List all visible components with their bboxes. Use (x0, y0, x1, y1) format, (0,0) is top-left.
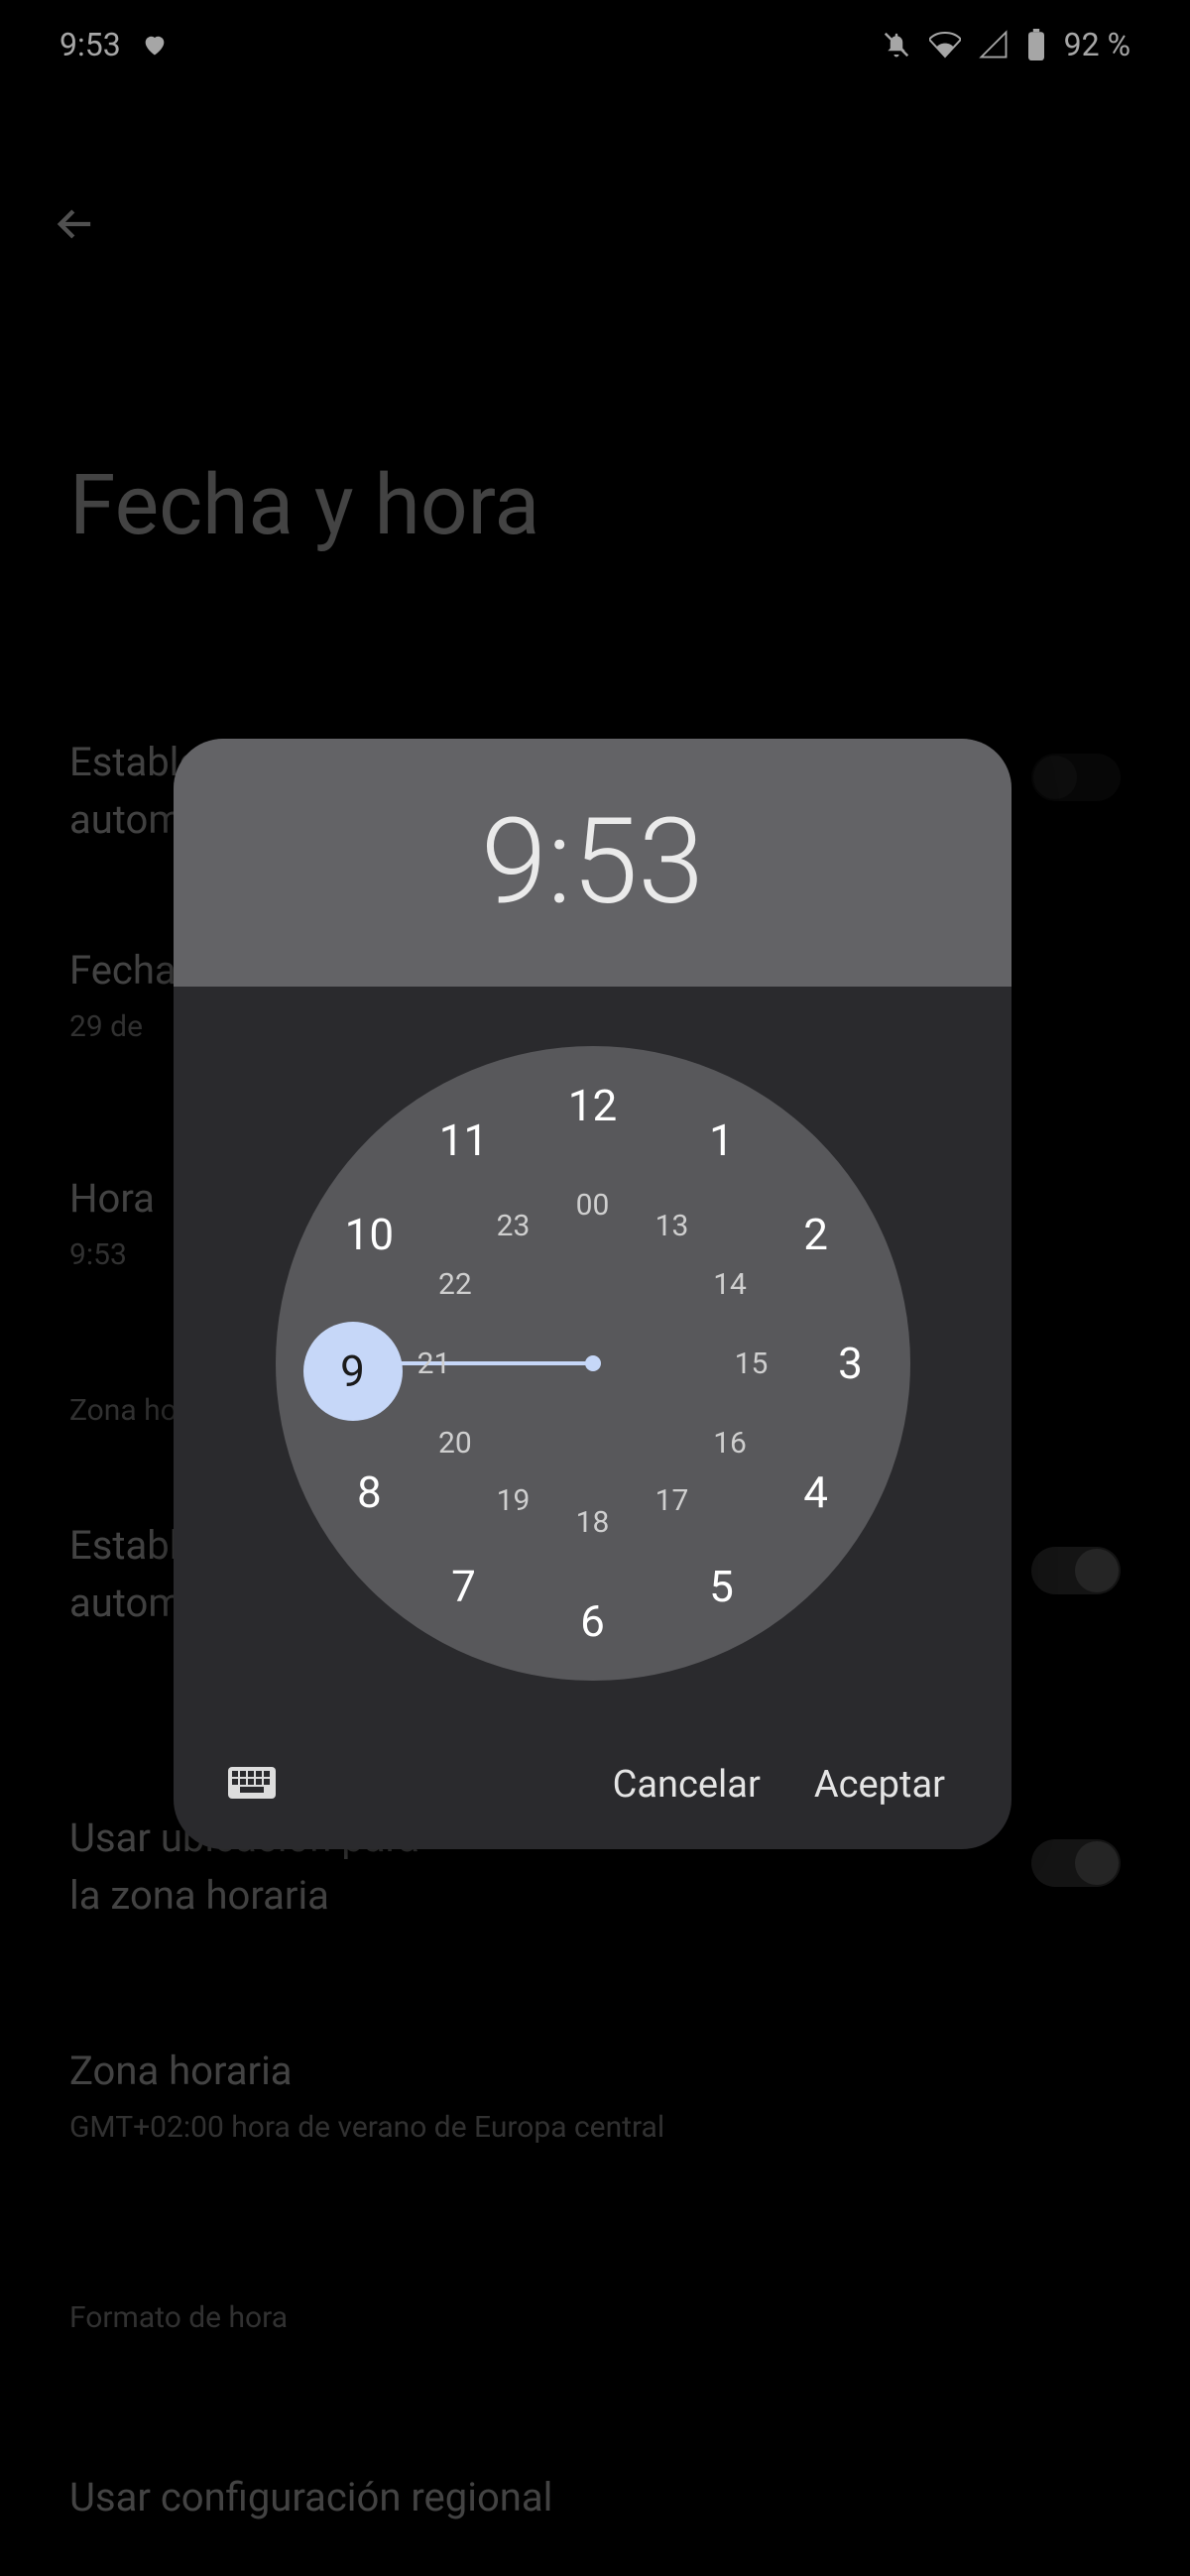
ok-button[interactable]: Aceptar (802, 1743, 957, 1826)
hour-4[interactable]: 4 (776, 1453, 856, 1532)
hour-20[interactable]: 20 (416, 1403, 495, 1482)
hour-17[interactable]: 17 (633, 1462, 712, 1541)
hour-15[interactable]: 15 (712, 1324, 791, 1403)
hour-3[interactable]: 3 (811, 1324, 891, 1403)
cancel-button[interactable]: Cancelar (601, 1743, 773, 1826)
hour-10[interactable]: 10 (329, 1195, 409, 1274)
hour-00[interactable]: 00 (553, 1165, 633, 1244)
clock-face[interactable]: 9 12123456781011001314151617181920212223 (276, 1046, 910, 1681)
hour-2[interactable]: 2 (776, 1195, 856, 1274)
hour-23[interactable]: 23 (474, 1186, 553, 1265)
hour-8[interactable]: 8 (329, 1453, 409, 1532)
hour-5[interactable]: 5 (682, 1547, 762, 1626)
dialog-time-display[interactable]: 9:53 (481, 793, 704, 932)
hour-18[interactable]: 18 (553, 1482, 633, 1562)
clock-center-dot (585, 1355, 601, 1371)
hour-7[interactable]: 7 (424, 1547, 504, 1626)
hour-1[interactable]: 1 (682, 1101, 762, 1180)
time-picker-dialog: 9:53 9 121234567810110013141516171819202… (174, 739, 1012, 1849)
keyboard-icon[interactable] (228, 1765, 276, 1805)
dialog-actions: Cancelar Aceptar (174, 1720, 1012, 1849)
hour-21[interactable]: 21 (395, 1324, 474, 1403)
hour-11[interactable]: 11 (424, 1101, 504, 1180)
hour-14[interactable]: 14 (690, 1244, 770, 1324)
dialog-header: 9:53 (174, 739, 1012, 987)
selected-hour[interactable]: 9 (303, 1322, 403, 1421)
hour-6[interactable]: 6 (553, 1581, 633, 1661)
hour-12[interactable]: 12 (553, 1066, 633, 1145)
